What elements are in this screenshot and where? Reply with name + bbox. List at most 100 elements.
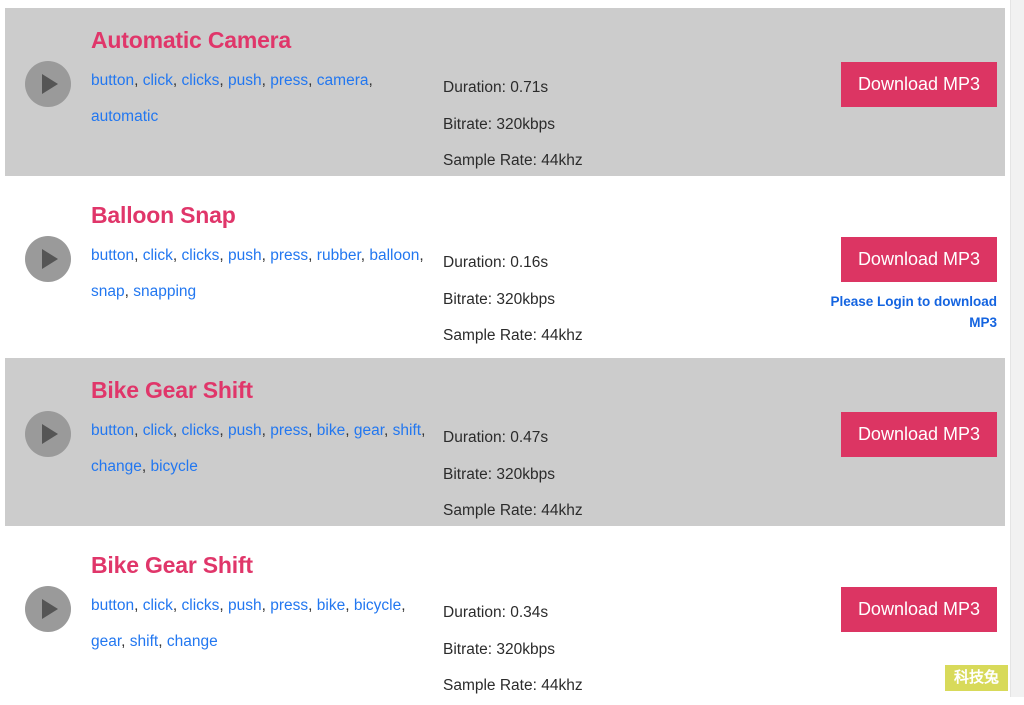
sound-result-row: Bike Gear Shift button, click, clicks, pu… (5, 533, 1005, 701)
play-button[interactable] (25, 61, 71, 107)
sample-rate-text: Sample Rate: 44khz (443, 677, 583, 694)
tag-separator: , (121, 633, 130, 650)
tag-link[interactable]: camera (317, 72, 369, 89)
sample-rate-text: Sample Rate: 44khz (443, 327, 583, 344)
tag-link[interactable]: button (91, 72, 134, 89)
tag-link[interactable]: button (91, 422, 134, 439)
tag-link[interactable]: button (91, 247, 134, 264)
tag-link[interactable]: bike (317, 422, 345, 439)
tag-link[interactable]: push (228, 422, 262, 439)
tag-link[interactable]: shift (393, 422, 421, 439)
tag-separator: , (219, 247, 229, 264)
play-icon (42, 424, 58, 444)
tag-link[interactable]: change (91, 458, 142, 475)
tag-link[interactable]: clicks (182, 422, 220, 439)
tag-separator: , (421, 422, 426, 439)
tag-separator: , (134, 72, 143, 89)
download-mp3-button[interactable]: Download MP3 (840, 62, 997, 107)
tag-link[interactable]: button (91, 597, 134, 614)
tag-link[interactable]: press (270, 72, 308, 89)
duration-text: Duration: 0.16s (443, 254, 549, 271)
duration-text: Duration: 0.71s (443, 79, 549, 96)
tag-link[interactable]: snap (91, 283, 125, 300)
play-button[interactable] (25, 236, 71, 282)
tag-link[interactable]: clicks (182, 247, 220, 264)
download-mp3-button[interactable]: Download MP3 (840, 412, 997, 457)
tag-link[interactable]: change (167, 633, 218, 650)
tag-separator: , (308, 422, 317, 439)
tag-separator: , (172, 422, 182, 439)
sound-title-link[interactable]: Automatic Camera (91, 26, 443, 54)
tag-link[interactable]: clicks (182, 72, 220, 89)
tag-separator: , (345, 422, 354, 439)
tag-separator: , (308, 72, 317, 89)
tag-link[interactable]: click (143, 422, 173, 439)
download-mp3-button[interactable]: Download MP3 (840, 587, 997, 632)
tag-separator: , (219, 597, 229, 614)
tag-link[interactable]: rubber (317, 247, 361, 264)
tag-separator: , (419, 247, 424, 264)
bitrate-text: Bitrate: 320kbps (443, 465, 556, 483)
tag-separator: , (172, 247, 182, 264)
tag-link[interactable]: click (143, 597, 173, 614)
tag-link[interactable]: click (143, 247, 173, 264)
tag-link[interactable]: click (143, 72, 173, 89)
tag-link[interactable]: press (270, 597, 308, 614)
sound-result-row: Balloon Snap button, click, clicks, push,… (5, 183, 1005, 351)
sound-title-link[interactable]: Bike Gear Shift (91, 376, 443, 404)
vertical-scrollbar[interactable] (1010, 0, 1024, 697)
tag-separator: , (308, 247, 317, 264)
tag-link[interactable]: gear (354, 422, 384, 439)
tag-link[interactable]: bicycle (354, 597, 401, 614)
tag-list: button, click, clicks, push, press, bike… (91, 413, 443, 485)
tag-separator: , (158, 633, 167, 650)
tag-link[interactable]: bicycle (150, 458, 197, 475)
tag-link[interactable]: automatic (91, 108, 158, 125)
tag-link[interactable]: push (228, 597, 262, 614)
tag-separator: , (172, 72, 182, 89)
tag-link[interactable]: clicks (182, 597, 220, 614)
sound-info-column: Balloon Snap button, click, clicks, push,… (91, 183, 443, 310)
sound-result-row: Automatic Camera button, click, clicks, p… (5, 8, 1005, 176)
sound-results-list: Automatic Camera button, click, clicks, p… (0, 0, 1010, 701)
download-column: Download MP3 (815, 8, 1005, 107)
tag-separator: , (124, 283, 134, 300)
sample-rate-text: Sample Rate: 44khz (443, 152, 583, 169)
login-to-download-link[interactable]: Please Login to download MP3 (815, 291, 997, 333)
tag-link[interactable]: push (228, 247, 262, 264)
tag-separator: , (384, 422, 393, 439)
sound-title-link[interactable]: Bike Gear Shift (91, 551, 443, 579)
tag-link[interactable]: press (270, 247, 308, 264)
download-column: Download MP3 (815, 533, 1005, 632)
tag-link[interactable]: shift (130, 633, 158, 650)
play-button[interactable] (25, 411, 71, 457)
tag-list: button, click, clicks, push, press, came… (91, 63, 443, 135)
tag-link[interactable]: balloon (369, 247, 419, 264)
tag-link[interactable]: snapping (133, 283, 196, 300)
sound-title-link[interactable]: Balloon Snap (91, 201, 443, 229)
sound-meta-column: Duration: 0.16s Bitrate: 320kbps Sample Ra… (443, 183, 815, 355)
tag-link[interactable]: push (228, 72, 262, 89)
play-column (5, 358, 91, 457)
tag-separator: , (261, 247, 271, 264)
download-mp3-button[interactable]: Download MP3 (840, 237, 997, 282)
sound-result-row: Bike Gear Shift button, click, clicks, pu… (5, 358, 1005, 526)
sound-info-column: Bike Gear Shift button, click, clicks, pu… (91, 358, 443, 485)
tag-separator: , (134, 422, 143, 439)
play-button[interactable] (25, 586, 71, 632)
tag-separator: , (261, 72, 271, 89)
download-column: Download MP3 (815, 358, 1005, 457)
tag-separator: , (401, 597, 406, 614)
sound-meta-column: Duration: 0.34s Bitrate: 320kbps Sample Ra… (443, 533, 815, 705)
tag-link[interactable]: bike (317, 597, 345, 614)
play-column (5, 183, 91, 282)
sample-rate-text: Sample Rate: 44khz (443, 502, 583, 519)
tag-link[interactable]: press (270, 422, 308, 439)
sound-info-column: Automatic Camera button, click, clicks, p… (91, 8, 443, 135)
tag-link[interactable]: gear (91, 633, 121, 650)
tag-separator: , (368, 72, 373, 89)
duration-text: Duration: 0.47s (443, 429, 549, 446)
tag-list: button, click, clicks, push, press, bike… (91, 588, 443, 660)
tag-separator: , (345, 597, 354, 614)
tag-separator: , (219, 72, 229, 89)
